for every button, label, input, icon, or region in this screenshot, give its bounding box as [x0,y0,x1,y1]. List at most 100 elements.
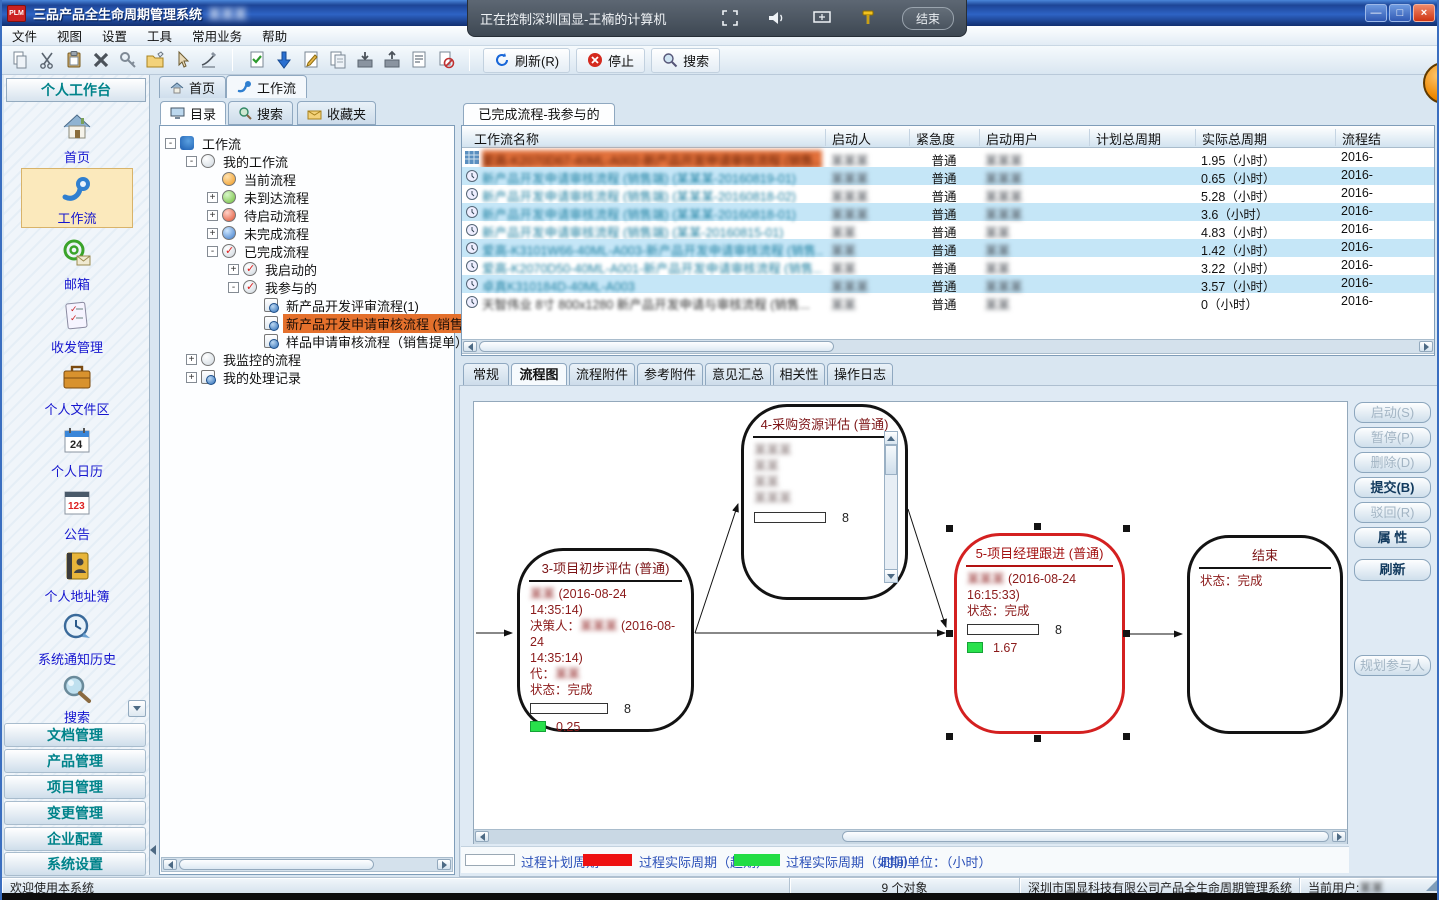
selection-handle[interactable] [1123,630,1130,637]
menu-help[interactable]: 帮助 [252,24,297,47]
selection-handle[interactable] [1034,735,1041,742]
menu-tools[interactable]: 工具 [137,24,182,47]
selection-handle[interactable] [946,733,953,740]
refresh-diagram-button[interactable]: 刷新 [1354,559,1431,581]
edit-doc-icon[interactable] [298,48,323,72]
table-section-tab[interactable]: 已完成流程-我参与的 [463,103,615,125]
cut-icon[interactable] [34,48,59,72]
col-start-user[interactable]: 启动用户 [979,129,1038,146]
tab-directory[interactable]: 目录 [160,101,226,125]
tree-toggle[interactable]: - [207,246,218,257]
flow-diagram-canvas[interactable]: 4-采购资源评估 (普通) 某某某 某某 某某 某某某 8 3-项目初步评估 (… [473,401,1348,844]
reject-button[interactable]: 驳回(R) [1354,502,1431,523]
tree-node-not-reached[interactable]: +未到达流程 [207,188,312,206]
tree-node-workflow[interactable]: -工作流 [165,134,244,152]
menu-view[interactable]: 视图 [47,24,92,47]
flow-node-initial-eval[interactable]: 3-项目初步评估 (普通) 某某 (2016-08-24 14:35:14) 决… [517,548,694,732]
tab-favorites[interactable]: 收藏夹 [297,101,376,125]
scroll-right-icon[interactable] [1332,831,1346,842]
tree-toggle[interactable]: + [186,372,197,383]
col-urgency[interactable]: 紧急度 [909,129,955,146]
scrollbar-thumb[interactable] [479,341,834,352]
properties-button[interactable]: 属 性 [1354,527,1431,548]
sidebar-category-projects[interactable]: 项目管理 [4,775,146,799]
table-row[interactable]: 新产品开发申请审核流程 (销售端) (某某某-20160818-01) 某某某 … [462,203,1434,221]
minimize-icon[interactable]: — [1365,4,1387,22]
pin-icon[interactable] [858,8,878,28]
tree-node-sample-flow[interactable]: 样品申请审核流程（销售提单） [249,332,471,350]
menu-file[interactable]: 文件 [2,24,47,47]
sign-icon[interactable] [196,48,221,72]
scroll-right-icon[interactable] [437,859,451,870]
tree-toggle[interactable]: - [228,282,239,293]
monitor-icon[interactable] [812,8,832,28]
approve-doc-icon[interactable] [244,48,269,72]
forbid-doc-icon[interactable] [433,48,458,72]
table-horizontal-scrollbar[interactable] [462,339,1434,354]
selection-handle[interactable] [946,630,953,637]
col-starter[interactable]: 启动人 [825,129,871,146]
import-icon[interactable] [352,48,377,72]
flow-node-pm-followup[interactable]: 5-项目经理跟进 (普通) 某某某 (2016-08-24 16:15:33) … [954,533,1125,734]
scroll-up-icon[interactable] [885,432,897,445]
table-row[interactable]: 新产品开发申请审核流程 (销售端) (某某某-20160819-01) 某某某 … [462,167,1434,185]
tab-operation-log[interactable]: 操作日志 [827,363,893,386]
tree-toggle[interactable]: + [228,264,239,275]
export-icon[interactable] [379,48,404,72]
address-book-icon[interactable] [60,549,94,583]
tab-general[interactable]: 常规 [463,363,509,386]
menu-settings[interactable]: 设置 [92,24,137,47]
tree-node-completed[interactable]: -已完成流程 [207,242,312,260]
sidebar-item-notify-history[interactable]: 系统通知历史 [4,649,150,668]
table-row[interactable]: 新产品开发申请审核流程 (销售端) (某某某-20160818-02) 某某某 … [462,185,1434,203]
tree-node-monitored[interactable]: +我监控的流程 [186,350,304,368]
sidebar-category-system[interactable]: 系统设置 [4,852,146,876]
diagram-horizontal-scrollbar[interactable] [474,829,1347,844]
table-row[interactable]: 天智伟业 8寸 800x1280 新产品开发申请与审核流程 (销售... 某某 … [462,293,1434,311]
tree-node-current[interactable]: 当前流程 [207,170,299,188]
tab-flow-diagram[interactable]: 流程图 [511,363,567,386]
copy-icon[interactable] [7,48,32,72]
calendar-icon[interactable]: 24 [60,424,94,458]
tree-toggle[interactable]: + [207,210,218,221]
tree-horizontal-scrollbar[interactable] [161,857,453,872]
key-icon[interactable] [115,48,140,72]
tab-opinion-summary[interactable]: 意见汇总 [705,363,771,386]
sidebar-category-products[interactable]: 产品管理 [4,749,146,773]
sidebar-category-enterprise[interactable]: 企业配置 [4,827,146,851]
col-workflow-name[interactable]: 工作流名称 [468,129,539,146]
submit-button[interactable]: 提交(B) [1354,477,1431,498]
table-row[interactable]: 新产品开发申请审核流程 (销售端) (某某-20160815-01) 某某 普通… [462,221,1434,239]
tree-node-unfinished[interactable]: +未完成流程 [207,224,312,242]
table-row[interactable]: 爱高-K2070D67-40ML-A002-新产品开发申请审核流程 (销售...… [462,149,1434,167]
tree-node-review-flow[interactable]: 新产品开发评审流程(1) [249,296,422,314]
sidebar-item-personal-files[interactable]: 个人文件区 [4,399,150,418]
tree-node-my-workflows[interactable]: -我的工作流 [186,152,291,170]
menu-common-business[interactable]: 常用业务 [182,24,252,47]
tab-search[interactable]: 搜索 [228,101,293,125]
flow-node-purchase-eval[interactable]: 4-采购资源评估 (普通) 某某某 某某 某某 某某某 8 [741,404,908,600]
node-scrollbar[interactable] [884,431,898,583]
refresh-button[interactable]: 刷新(R) [483,48,570,73]
selection-handle[interactable] [1123,733,1130,740]
download-icon[interactable] [271,48,296,72]
resize-grip[interactable] [1426,879,1438,891]
plan-participants-button[interactable]: 规划参与人 [1354,655,1431,676]
sidebar-item-calendar[interactable]: 个人日历 [4,461,150,480]
tree-node-my-records[interactable]: +我的处理记录 [186,368,304,386]
table-row[interactable]: 卓真K310184D-40ML-A003 某某某 普通 某某某 3.57（小时）… [462,275,1434,293]
selection-handle[interactable] [946,525,953,532]
selection-handle[interactable] [1123,525,1130,532]
bulletin-icon[interactable]: 123 [60,486,94,520]
tree-toggle[interactable]: + [186,354,197,365]
tree-toggle[interactable]: + [207,228,218,239]
table-row[interactable]: 爱高-K3101W66-40ML-A003-新产品开发申请审核流程 (销售...… [462,239,1434,257]
scroll-left-icon[interactable] [163,859,177,870]
table-row[interactable]: 爱高-K2070D50-40ML-A001-新产品开发申请审核流程 (销售...… [462,257,1434,275]
sidebar-item-address-book[interactable]: 个人地址簿 [4,586,150,605]
scroll-left-icon[interactable] [475,831,489,842]
col-flow-end[interactable]: 流程结 [1335,129,1381,146]
search-button[interactable]: 搜索 [651,48,720,73]
tab-ref-attachments[interactable]: 参考附件 [637,363,703,386]
tree-toggle[interactable]: - [186,156,197,167]
